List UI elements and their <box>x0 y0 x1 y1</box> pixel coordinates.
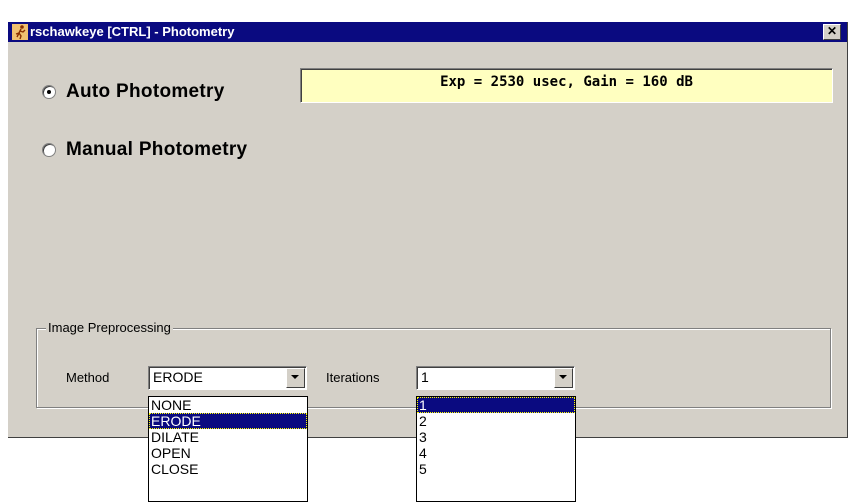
method-option[interactable]: OPEN <box>149 445 307 461</box>
chevron-down-icon <box>291 375 299 379</box>
manual-photometry-option[interactable]: Manual Photometry <box>42 139 247 161</box>
method-option[interactable]: ERODE <box>149 413 307 429</box>
iterations-option[interactable]: 4 <box>417 445 575 461</box>
auto-photometry-option[interactable]: Auto Photometry <box>42 81 225 103</box>
manual-photometry-label: Manual Photometry <box>66 139 248 160</box>
iterations-option[interactable]: 3 <box>417 429 575 445</box>
method-select-value: ERODE <box>153 369 203 385</box>
iterations-option[interactable]: 5 <box>417 461 575 477</box>
iterations-label: Iterations <box>326 370 380 385</box>
running-figure-icon <box>12 24 28 40</box>
chevron-down-icon <box>559 375 567 379</box>
title-bar[interactable]: rschawkeye [CTRL] - Photometry ✕ <box>8 22 847 42</box>
method-dropdown-button[interactable] <box>286 368 305 388</box>
exposure-status-display: Exp = 2530 usec, Gain = 160 dB <box>300 68 833 103</box>
iterations-dropdown-list[interactable]: 12345 <box>416 396 576 502</box>
iterations-option[interactable]: 1 <box>417 397 575 413</box>
method-option[interactable]: CLOSE <box>149 461 307 477</box>
window-title: rschawkeye [CTRL] - Photometry <box>30 24 235 39</box>
photometry-window: rschawkeye [CTRL] - Photometry ✕ Auto Ph… <box>8 22 848 438</box>
iterations-option[interactable]: 2 <box>417 413 575 429</box>
iterations-dropdown-button[interactable] <box>554 368 573 388</box>
auto-photometry-radio[interactable] <box>42 85 56 99</box>
close-icon: ✕ <box>826 24 838 38</box>
method-label: Method <box>66 370 110 385</box>
iterations-select-value: 1 <box>421 369 429 385</box>
close-button[interactable]: ✕ <box>823 24 841 40</box>
method-option[interactable]: NONE <box>149 397 307 413</box>
manual-photometry-radio[interactable] <box>42 143 56 157</box>
image-preprocessing-legend: Image Preprocessing <box>46 320 173 335</box>
method-option[interactable]: DILATE <box>149 429 307 445</box>
auto-photometry-label: Auto Photometry <box>66 81 225 102</box>
method-dropdown-list[interactable]: NONE ERODE DILATE OPEN CLOSE <box>148 396 308 502</box>
method-select[interactable]: ERODE <box>148 366 307 390</box>
iterations-select[interactable]: 1 <box>416 366 575 390</box>
